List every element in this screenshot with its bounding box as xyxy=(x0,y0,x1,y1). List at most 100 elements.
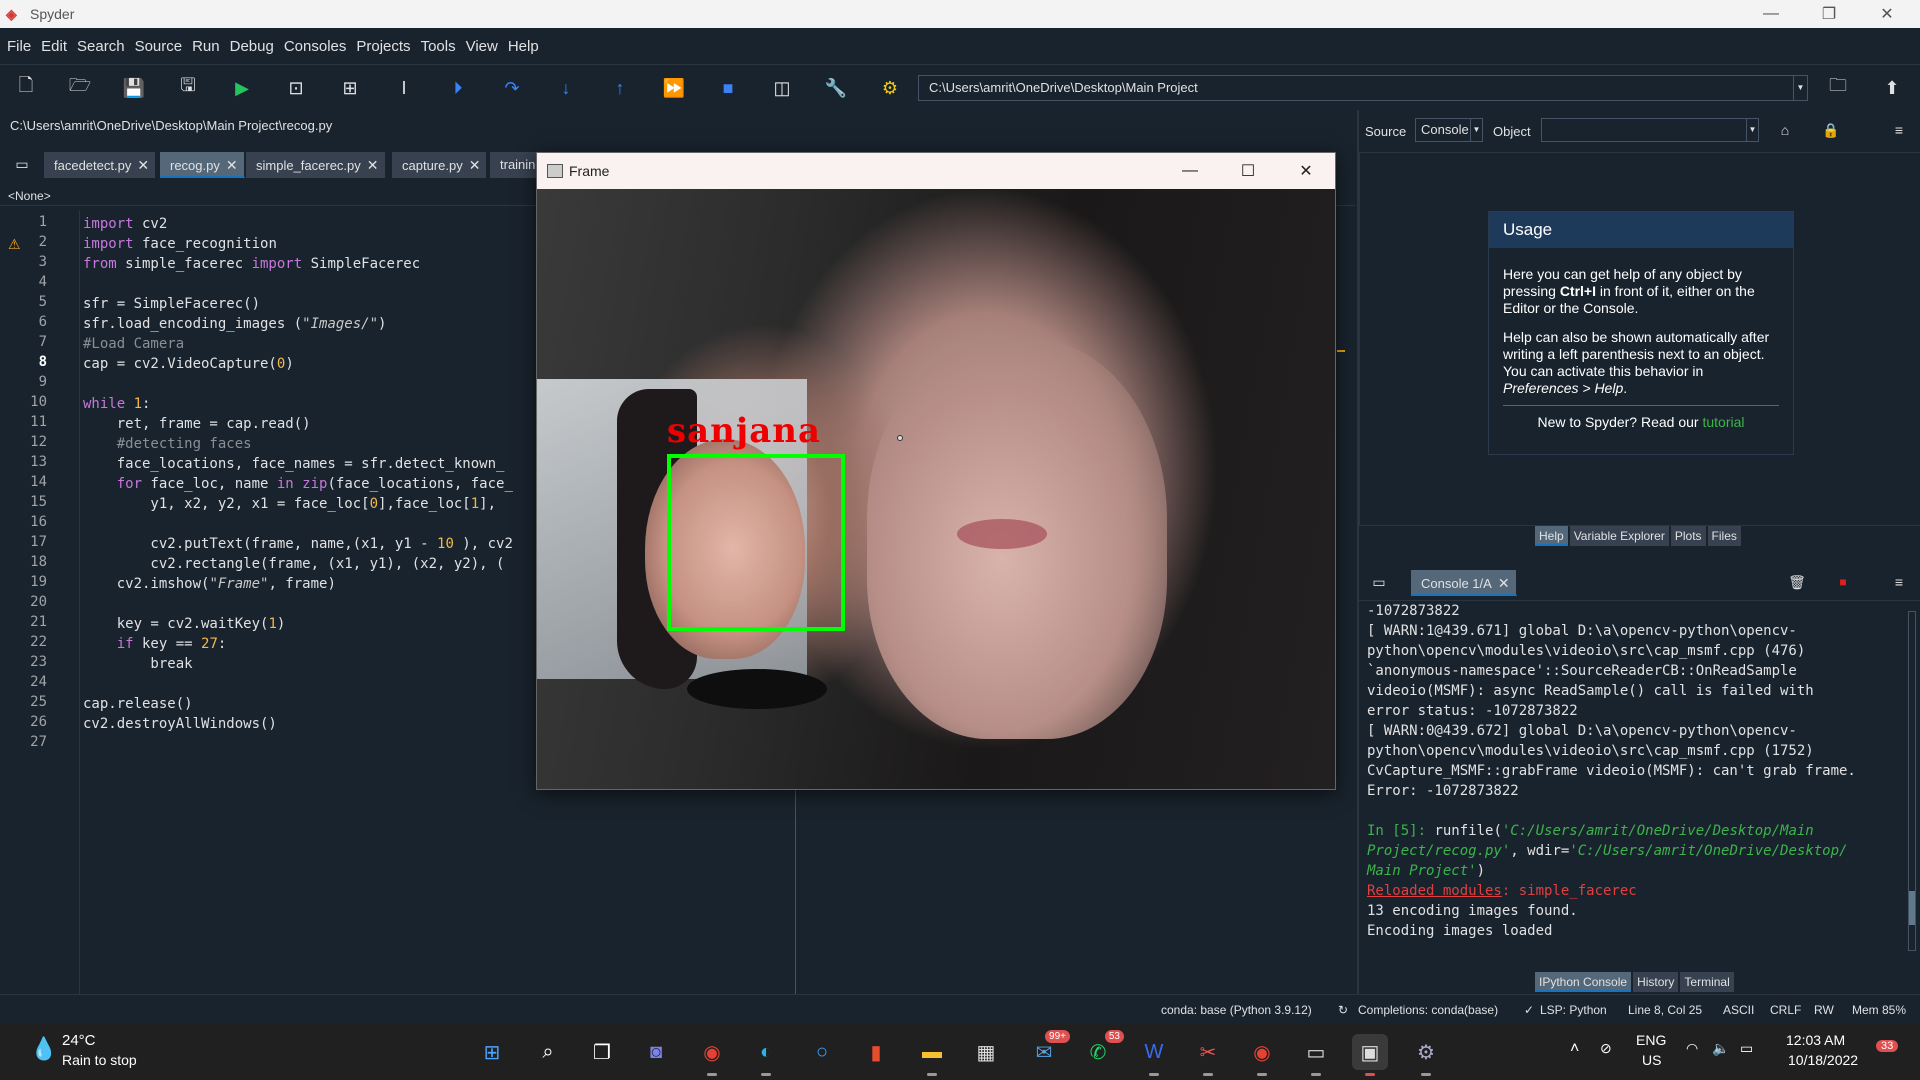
maximize-button[interactable]: ❐ xyxy=(1802,0,1856,28)
code-line[interactable]: cap = cv2.VideoCapture(0) xyxy=(83,354,294,374)
code-line[interactable]: cv2.imshow("Frame", frame) xyxy=(83,574,336,594)
search-icon[interactable]: ⌕ xyxy=(530,1034,566,1070)
run-cell-icon[interactable]: ⊡ xyxy=(282,74,310,102)
code-line[interactable]: cv2.destroyAllWindows() xyxy=(83,714,277,734)
tab-files[interactable]: Files xyxy=(1707,526,1741,546)
code-line[interactable]: sfr.load_encoding_images ("Images/") xyxy=(83,314,386,334)
mail-icon[interactable]: ✉ 99+ xyxy=(1026,1030,1070,1070)
cortana-icon[interactable]: ○ xyxy=(804,1034,840,1070)
code-line[interactable]: if key == 27: xyxy=(83,634,227,654)
file-explorer-icon[interactable]: ▬ xyxy=(914,1034,950,1076)
code-line[interactable]: break xyxy=(83,654,192,674)
code-line[interactable]: key = cv2.waitKey(1) xyxy=(83,614,286,634)
battery-icon[interactable]: ▭ xyxy=(1740,1040,1753,1057)
step-over-icon[interactable]: ↷ xyxy=(498,74,526,102)
menu-source[interactable]: Source xyxy=(130,38,188,55)
debug-icon[interactable]: ⏵ xyxy=(444,74,472,102)
weather-rain-icon[interactable]: 💧 xyxy=(30,1036,57,1062)
tab-terminal[interactable]: Terminal xyxy=(1680,972,1734,992)
menu-run[interactable]: Run xyxy=(187,38,225,55)
preferences-wrench-icon[interactable]: 🔧 xyxy=(822,74,850,102)
step-into-icon[interactable]: ↓ xyxy=(552,74,580,102)
stop-debug-icon[interactable]: ■ xyxy=(714,74,742,102)
continue-icon[interactable]: ⏩ xyxy=(660,74,688,102)
code-line[interactable]: #detecting faces xyxy=(83,434,252,454)
chrome-profile-icon[interactable]: ◉ xyxy=(1244,1034,1280,1076)
step-return-icon[interactable]: ↑ xyxy=(606,74,634,102)
code-line[interactable]: import face_recognition xyxy=(83,234,277,254)
notification-count-badge[interactable]: 33 xyxy=(1876,1040,1899,1052)
source-select[interactable]: Console ▼ xyxy=(1415,118,1483,142)
snipping-tool-icon[interactable]: ✂ xyxy=(1190,1034,1226,1076)
spyder-taskbar-icon[interactable]: ▣ xyxy=(1352,1034,1388,1076)
close-tab-icon[interactable]: ✕ xyxy=(137,157,149,173)
lock-icon[interactable]: 🔒 xyxy=(1817,116,1845,144)
clock-time[interactable]: 12:03 AM xyxy=(1786,1032,1845,1048)
clear-console-icon[interactable]: 🗑 xyxy=(1783,568,1811,596)
browse-folder-icon[interactable]: 🗀 xyxy=(1824,74,1852,102)
tutorial-link[interactable]: tutorial xyxy=(1702,414,1744,430)
edge-icon[interactable]: ◐ xyxy=(748,1034,784,1076)
python-path-icon[interactable]: ⚙ xyxy=(876,74,904,102)
office-icon[interactable]: ▮ xyxy=(858,1034,894,1070)
menu-search[interactable]: Search xyxy=(72,38,130,55)
chrome-icon[interactable]: ◉ xyxy=(694,1034,730,1076)
close-tab-icon[interactable]: ✕ xyxy=(469,157,481,173)
clock-date[interactable]: 10/18/2022 xyxy=(1788,1052,1858,1068)
volume-icon[interactable]: 🔈 xyxy=(1712,1040,1729,1057)
task-view-icon[interactable]: ❐ xyxy=(584,1034,620,1070)
start-windows-icon[interactable]: ⊞ xyxy=(474,1034,510,1070)
language-eng[interactable]: ENG xyxy=(1636,1032,1666,1048)
run-icon[interactable]: ▶ xyxy=(228,74,256,102)
tab-capture[interactable]: capture.py ✕ xyxy=(392,152,488,178)
close-tab-icon[interactable]: ✕ xyxy=(1498,575,1510,591)
run-selection-icon[interactable]: I xyxy=(390,74,418,102)
scrollbar-thumb[interactable] xyxy=(1909,891,1915,925)
language-us[interactable]: US xyxy=(1642,1052,1661,1068)
code-line[interactable]: while 1: xyxy=(83,394,150,414)
tab-ipython-console[interactable]: IPython Console xyxy=(1535,972,1632,992)
frame-maximize-button[interactable]: ☐ xyxy=(1219,153,1277,189)
status-lsp[interactable]: LSP: Python xyxy=(1540,1003,1607,1017)
status-conda[interactable]: conda: base (Python 3.9.12) xyxy=(1161,1003,1312,1017)
menu-edit[interactable]: Edit xyxy=(36,38,72,55)
ipython-console[interactable]: -1072873822 [ WARN:1@439.671] global D:\a… xyxy=(1359,600,1920,956)
frame-minimize-button[interactable]: — xyxy=(1161,153,1219,189)
menu-view[interactable]: View xyxy=(461,38,503,55)
code-line[interactable]: cv2.putText(frame, name,(x1, y1 - 10 ), … xyxy=(83,534,512,554)
code-line[interactable]: #Load Camera xyxy=(83,334,184,354)
wifi-icon[interactable]: ◠ xyxy=(1686,1040,1698,1057)
store-icon[interactable]: ▦ xyxy=(968,1034,1004,1070)
frame-close-button[interactable]: ✕ xyxy=(1277,153,1335,189)
tab-recog[interactable]: recog.py ✕ xyxy=(160,152,245,178)
object-select[interactable]: ▼ xyxy=(1541,118,1759,142)
code-line[interactable]: for face_loc, name in zip(face_locations… xyxy=(83,474,513,494)
status-completions[interactable]: Completions: conda(base) xyxy=(1358,1003,1498,1017)
menu-help[interactable]: Help xyxy=(503,38,544,55)
options-menu-icon[interactable]: ≡ xyxy=(1885,116,1913,144)
close-tab-icon[interactable]: ✕ xyxy=(226,157,238,173)
menu-debug[interactable]: Debug xyxy=(225,38,279,55)
w-app-icon[interactable]: W xyxy=(1136,1034,1172,1076)
teams-chat-icon[interactable]: ◙ xyxy=(638,1034,674,1070)
options-menu-icon[interactable]: ≡ xyxy=(1885,568,1913,596)
warning-icon[interactable]: ⚠ xyxy=(8,236,24,252)
network-off-icon[interactable]: ⊘ xyxy=(1600,1040,1612,1057)
weather-description[interactable]: Rain to stop xyxy=(62,1052,137,1068)
close-button[interactable]: ✕ xyxy=(1860,0,1914,28)
new-file-icon[interactable]: 🗋 xyxy=(12,74,40,102)
stop-kernel-icon[interactable]: ■ xyxy=(1829,568,1857,596)
tab-history[interactable]: History xyxy=(1633,972,1679,992)
save-all-icon[interactable]: 🖫 xyxy=(174,74,202,102)
maximize-pane-icon[interactable]: ◫ xyxy=(768,74,796,102)
code-line[interactable]: cap.release() xyxy=(83,694,193,714)
menu-projects[interactable]: Projects xyxy=(351,38,415,55)
tab-simple-facerec[interactable]: simple_facerec.py ✕ xyxy=(246,152,386,178)
chevron-down-icon[interactable]: ▼ xyxy=(1793,76,1807,100)
tab-training[interactable]: trainin xyxy=(490,152,543,178)
minimize-button[interactable]: — xyxy=(1744,0,1798,28)
chevron-up-icon[interactable]: ˄ xyxy=(1570,1040,1579,1058)
code-line[interactable]: import cv2 xyxy=(83,214,167,234)
parent-directory-icon[interactable]: ⬆ xyxy=(1878,74,1906,102)
run-cell-advance-icon[interactable]: ⊞ xyxy=(336,74,364,102)
